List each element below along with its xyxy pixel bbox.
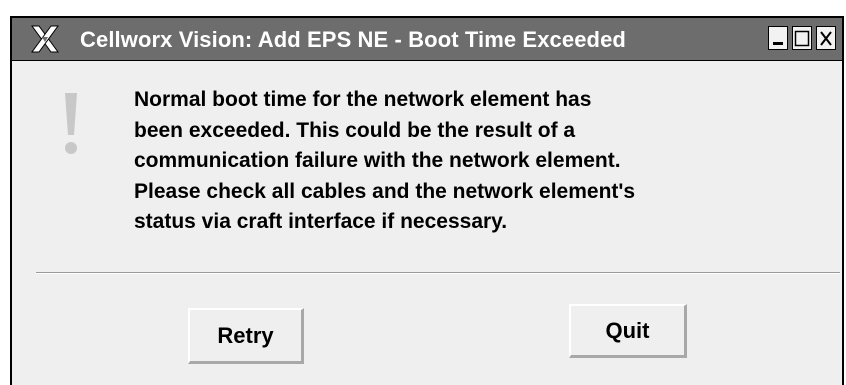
message-line: status via craft interface if necessary. (134, 210, 508, 233)
minimize-button[interactable] (768, 26, 788, 50)
message-line: Normal boot time for the network element… (134, 88, 592, 111)
maximize-icon (794, 30, 810, 47)
separator (36, 272, 840, 274)
window-title: Cellworx Vision: Add EPS NE - Boot Time … (80, 27, 626, 52)
dialog-message: Normal boot time for the network element… (134, 85, 814, 238)
x-window-system-icon[interactable] (30, 24, 60, 54)
quit-button[interactable]: Quit (569, 304, 687, 358)
exclamation-icon (60, 93, 82, 157)
message-line: communication failure with the network e… (134, 149, 621, 172)
title-bar[interactable]: Cellworx Vision: Add EPS NE - Boot Time … (12, 18, 842, 61)
close-icon (820, 31, 832, 46)
maximize-button[interactable] (792, 26, 812, 50)
close-button[interactable] (816, 26, 836, 50)
message-line: been exceeded. This could be the result … (134, 118, 576, 142)
minimize-icon (773, 42, 783, 45)
message-line: Please check all cables and the network … (134, 179, 636, 203)
dialog-window: Cellworx Vision: Add EPS NE - Boot Time … (10, 16, 844, 385)
retry-button[interactable]: Retry (188, 308, 304, 364)
